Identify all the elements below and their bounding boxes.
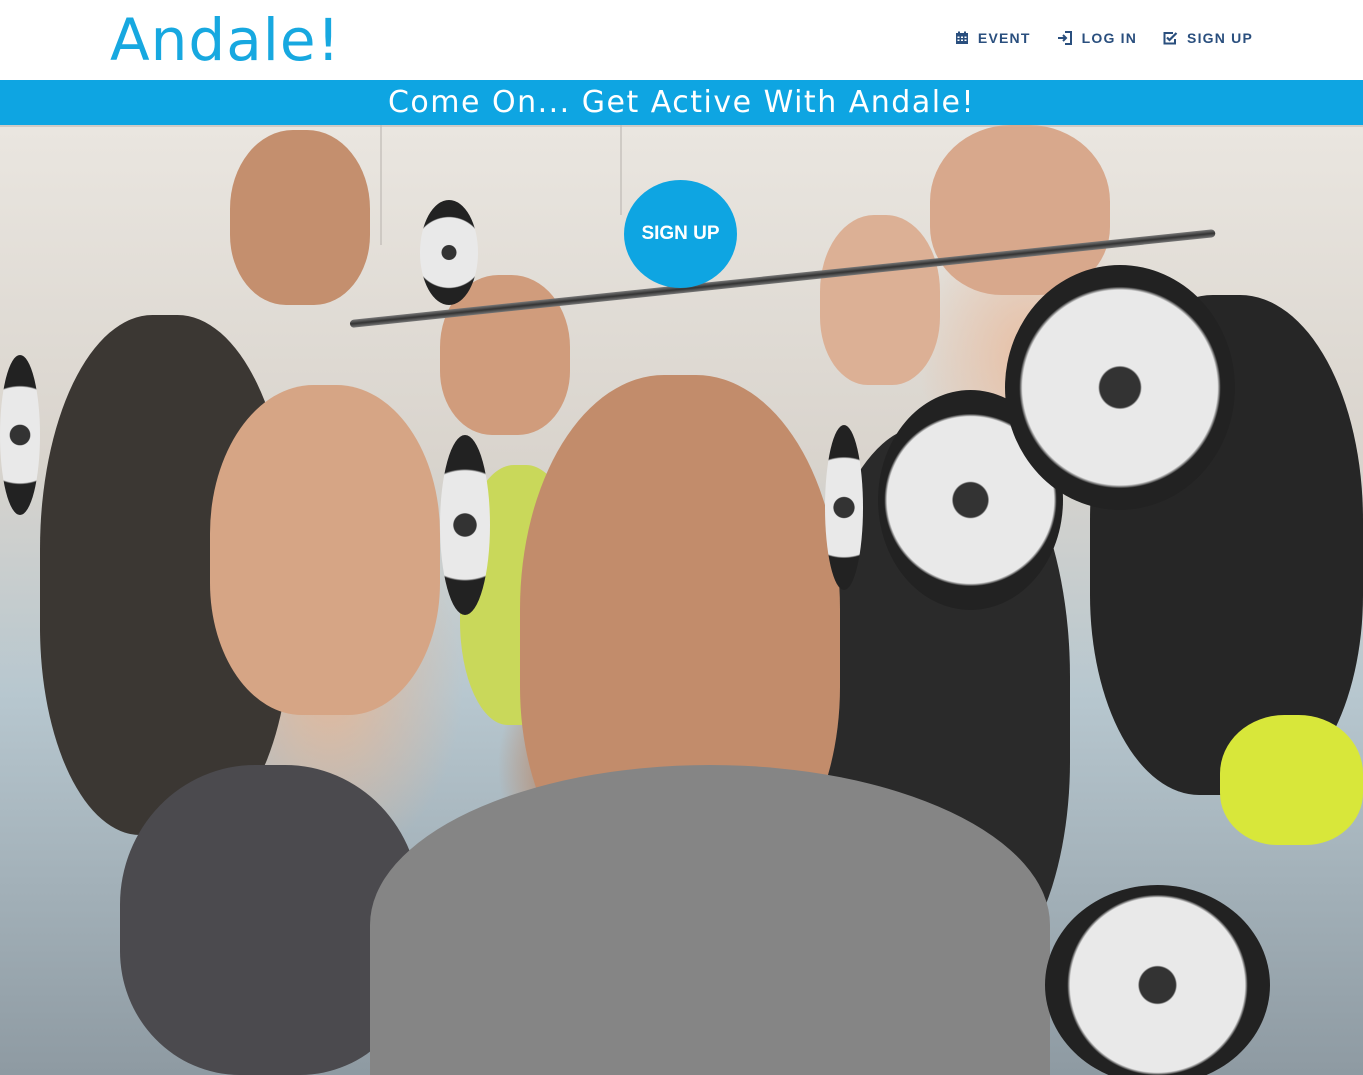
nav-signup-link[interactable]: SIGN UP bbox=[1163, 30, 1253, 46]
nav-login-label: LOG IN bbox=[1081, 30, 1138, 46]
tagline-text: Come On... Get Active With Andale! bbox=[387, 85, 976, 120]
dumbbell-plate bbox=[1045, 885, 1270, 1075]
hero-signup-button[interactable]: SIGN UP bbox=[624, 180, 737, 288]
nav-login-link[interactable]: LOG IN bbox=[1057, 30, 1137, 46]
man-front-shirt bbox=[370, 765, 1050, 1075]
dumbbell-plate bbox=[1005, 265, 1235, 510]
tagline-banner: Come On... Get Active With Andale! bbox=[0, 80, 1363, 125]
andale-logo[interactable]: Andale! bbox=[110, 4, 341, 76]
calendar-icon bbox=[955, 31, 969, 45]
gym-machine-weights bbox=[0, 355, 40, 515]
main-nav: EVENT LOG IN SIGN UP bbox=[955, 30, 1253, 46]
login-icon bbox=[1057, 31, 1073, 45]
nav-signup-label: SIGN UP bbox=[1187, 30, 1253, 46]
ceiling-line bbox=[380, 125, 382, 245]
checkbox-edit-icon bbox=[1163, 31, 1178, 45]
person-right-head bbox=[820, 215, 940, 385]
woman-front-head bbox=[210, 385, 440, 715]
barbell-plate bbox=[420, 200, 478, 305]
nav-event-label: EVENT bbox=[977, 30, 1031, 46]
top-navbar: Andale! EVENT LOG IN SIGN UP bbox=[0, 0, 1363, 80]
person-far-right-waist bbox=[1220, 715, 1363, 845]
dumbbell-plate bbox=[440, 435, 490, 615]
person-left-head bbox=[230, 130, 370, 305]
ceiling-line bbox=[620, 125, 622, 215]
dumbbell-plate bbox=[825, 425, 863, 590]
person-far-right-head bbox=[930, 125, 1110, 295]
ceiling-line bbox=[0, 125, 1363, 127]
nav-event-link[interactable]: EVENT bbox=[955, 30, 1031, 46]
